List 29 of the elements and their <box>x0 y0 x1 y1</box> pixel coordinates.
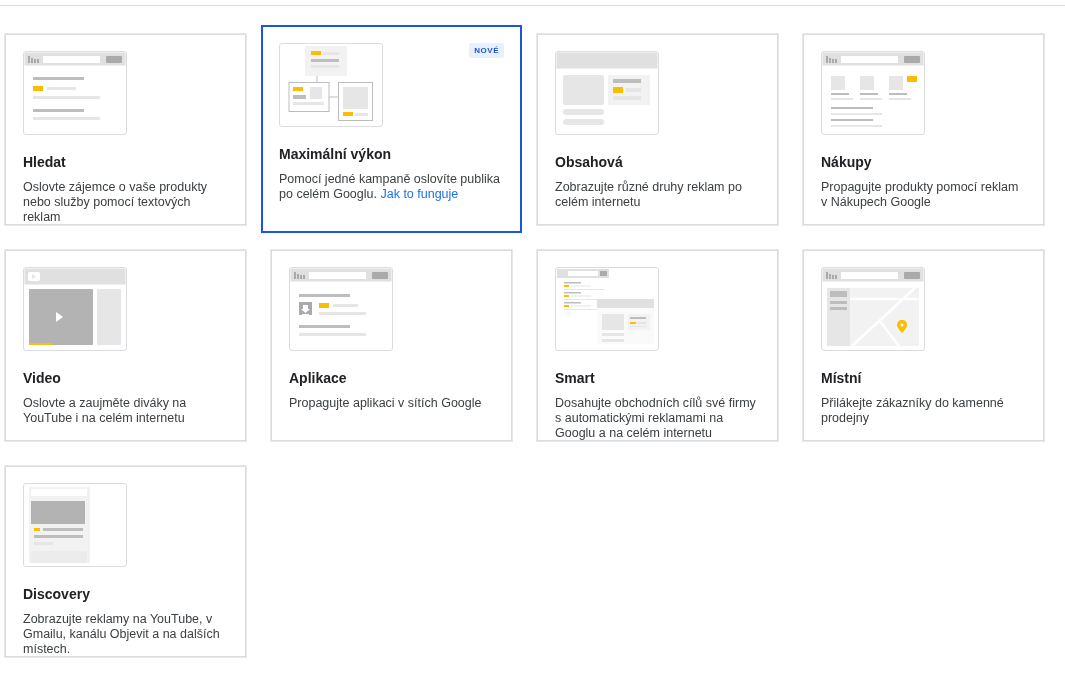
campaign-type-card[interactable]: Smart Dosahujte obchodních cílů své firmy s automatickými reklamami na Googlu a na celém internetu <box>537 250 778 441</box>
card-description: Pomocí jedné kampaně oslovíte publika po celém Googlu. Jak to funguje <box>279 172 501 202</box>
campaign-type-card[interactable]: NOVÉ Maximální výkon Pomocí jedné kampaně oslovíte publika po celém Googlu. Jak to funguje <box>261 25 522 233</box>
card-description: Oslovte a zaujměte diváky na YouTube i na celém internetu <box>23 396 188 426</box>
card-title: Smart <box>555 369 596 387</box>
card-description: Propagujte aplikaci v sítích Google <box>289 396 483 411</box>
campaign-type-card[interactable]: Nákupy Propagujte produkty pomocí reklam v Nákupech Google <box>803 34 1044 225</box>
card-description: Oslovte zájemce o vaše produkty nebo služby pomocí textových reklam <box>23 180 209 225</box>
card-description: Propagujte produkty pomocí reklam v Nákupech Google <box>821 180 1020 210</box>
card-title: Video <box>23 369 62 387</box>
card-description: Přilákejte zákazníky do kamenné prodejny <box>821 396 1005 426</box>
card-title: Maximální výkon <box>279 145 393 163</box>
card-description: Dosahujte obchodních cílů své firmy s automatickými reklamami na Googlu a na celém internetu <box>555 396 757 441</box>
campaign-type-card[interactable]: Aplikace Propagujte aplikaci v sítích Google <box>271 250 512 441</box>
card-title: Nákupy <box>821 153 873 171</box>
how-it-works-link[interactable]: Jak to funguje <box>380 187 459 201</box>
campaign-type-card[interactable]: Místní Přilákejte zákazníky do kamenné prodejny <box>803 250 1044 441</box>
campaign-type-card[interactable]: Hledat Oslovte zájemce o vaše produkty nebo služby pomocí textových reklam <box>5 34 246 225</box>
campaign-type-card[interactable]: Video Oslovte a zaujměte diváky na YouTube i na celém internetu <box>5 250 246 441</box>
campaign-type-card[interactable]: Obsahová Zobrazujte různé druhy reklam po celém internetu <box>537 34 778 225</box>
new-badge: NOVÉ <box>469 43 504 58</box>
card-description: Zobrazujte reklamy na YouTube, v Gmailu, kanálu Objevit a na dalších místech. <box>23 612 221 657</box>
card-title: Obsahová <box>555 153 624 171</box>
card-title: Aplikace <box>289 369 348 387</box>
card-description: Zobrazujte různé druhy reklam po celém internetu <box>555 180 743 210</box>
card-title: Místní <box>821 369 863 387</box>
card-title: Hledat <box>23 153 67 171</box>
card-title: Discovery <box>23 585 91 603</box>
campaign-type-card[interactable]: Discovery Zobrazujte reklamy na YouTube, v Gmailu, kanálu Objevit a na dalších místech. <box>5 466 246 657</box>
